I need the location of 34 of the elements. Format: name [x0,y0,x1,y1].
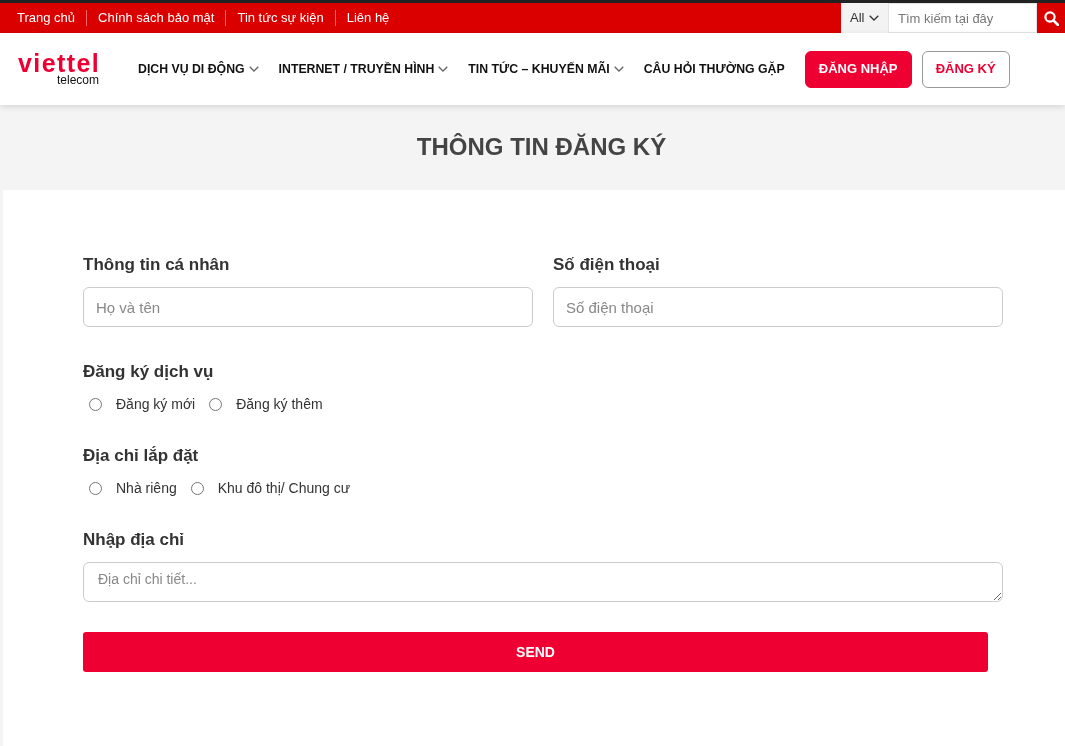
input-field[interactable]: Họ và tên [83,287,533,327]
top-link[interactable]: Liên hệ [346,8,390,28]
radio-button[interactable] [89,397,102,411]
chevron-down-icon [869,15,880,21]
radio-label: Đăng ký mới [116,394,196,414]
field-label: Thông tin cá nhân [83,254,231,276]
radio-button[interactable] [209,397,223,411]
nav-link[interactable]: DỊCH VỤ DI ĐỘNG [138,59,259,79]
top-link[interactable]: Tin tức sự kiện [237,8,324,28]
logo-tagline: telecom [56,74,99,86]
input-field[interactable]: Số điện thoại [553,287,1003,327]
page-title: THÔNG TIN ĐĂNG KÝ [416,133,667,162]
field-label: Số điện thoại [553,254,661,276]
radio-label: Nhà riêng [116,478,177,498]
search-icon [1043,10,1059,26]
scope-dropdown[interactable]: All [841,3,888,33]
field-label: Đăng ký dịch vụ [83,361,215,383]
field-label: Địa chỉ lắp đặt [83,445,200,467]
send-button[interactable]: SEND [83,632,988,672]
radio-label: Khu đô thị/ Chung cư [217,478,351,498]
radio-button[interactable] [190,481,204,495]
login-button[interactable]: ĐĂNG NHẬP [804,50,912,88]
address-textarea[interactable]: Địa chỉ chi tiết... [83,562,1003,602]
radio-button[interactable] [89,481,102,495]
register-button[interactable]: ĐĂNG KÝ [921,50,1010,88]
search-field[interactable]: Tìm kiếm tại đây [888,3,1037,33]
field-label: Nhập địa chỉ [83,529,186,551]
top-link[interactable]: Trang chủ [17,8,76,28]
logo-wordmark: viettel [18,52,100,74]
nav-link[interactable]: TIN TỨC – KHUYẾN MÃI [468,59,624,79]
top-link[interactable]: Chính sách bảo mật [98,8,215,28]
radio-label: Đăng ký thêm [236,394,323,414]
nav-link[interactable]: INTERNET / TRUYỀN HÌNH [278,59,449,79]
nav-link[interactable]: CÂU HỎI THƯỜNG GẶP [643,59,785,79]
